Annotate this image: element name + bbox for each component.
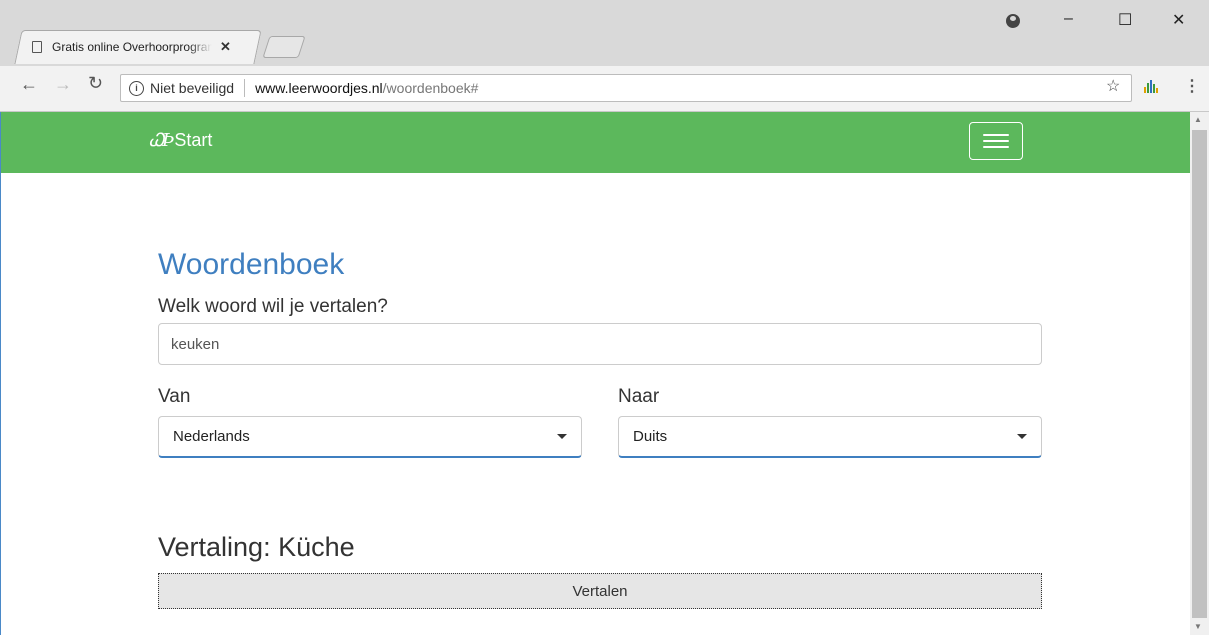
hamburger-bar: [983, 146, 1009, 148]
security-label: Niet beveiligd: [150, 80, 235, 96]
scrollbar-thumb[interactable]: [1192, 130, 1207, 618]
word-input[interactable]: [158, 323, 1042, 365]
word-prompt-label: Welk woord wil je vertalen?: [158, 296, 388, 317]
omnibox-divider: [244, 79, 246, 97]
browser-tab[interactable]: Gratis online Overhoorprogramma ✕: [20, 30, 256, 64]
hamburger-menu-button[interactable]: [969, 122, 1023, 160]
url-host: www.leerwoordjes.nl: [255, 80, 383, 96]
extension-icon[interactable]: [1143, 78, 1159, 94]
browser-menu-icon[interactable]: ⋮: [1184, 76, 1200, 96]
browser-toolbar: ← → ↻ i Niet beveiligd www.leerwoordjes.…: [0, 66, 1209, 112]
from-language-value: Nederlands: [173, 428, 250, 445]
close-window-icon[interactable]: ✕: [1172, 10, 1185, 30]
scroll-up-arrow-icon[interactable]: ▲: [1194, 115, 1202, 124]
url-path: /woordenboek#: [382, 80, 479, 96]
caret-down-icon: [557, 434, 567, 439]
scroll-down-arrow-icon[interactable]: ▼: [1194, 622, 1202, 631]
new-tab-button[interactable]: [262, 36, 306, 58]
forward-arrow-icon[interactable]: →: [54, 74, 72, 95]
browser-titlebar: Gratis online Overhoorprogramma ✕ – ☐ ✕: [0, 0, 1209, 66]
from-language-label: Van: [158, 386, 191, 407]
to-language-label: Naar: [618, 386, 660, 407]
maximize-icon[interactable]: ☐: [1118, 10, 1132, 30]
tab-title: Gratis online Overhoorprogramma: [52, 40, 212, 54]
info-icon[interactable]: i: [129, 80, 144, 96]
page-icon: [32, 41, 42, 53]
vertical-scrollbar[interactable]: ▲ ▼: [1190, 112, 1209, 635]
profile-icon[interactable]: [1006, 14, 1020, 28]
page-title: Woordenboek: [158, 248, 345, 281]
caret-down-icon: [1017, 434, 1027, 439]
brand-logo-icon: ᏇϷ: [149, 130, 174, 151]
brand-link[interactable]: ᏇϷ Start: [149, 130, 212, 151]
back-arrow-icon[interactable]: ←: [20, 74, 38, 95]
translation-result: Vertaling: Küche: [158, 532, 355, 562]
bookmark-star-icon[interactable]: ☆: [1106, 76, 1120, 96]
brand-label: Start: [174, 130, 213, 150]
to-language-value: Duits: [633, 428, 668, 445]
site-navbar: ᏇϷ Start: [1, 112, 1190, 173]
to-language-select[interactable]: Duits: [618, 416, 1042, 458]
address-bar[interactable]: i Niet beveiligd www.leerwoordjes.nl/woo…: [120, 74, 1132, 102]
tab-close-icon[interactable]: ✕: [220, 39, 231, 55]
translate-button[interactable]: Vertalen: [158, 573, 1042, 609]
page-viewport: ᏇϷ Start Woordenboek Welk woord wil je v…: [0, 112, 1190, 635]
from-language-select[interactable]: Nederlands: [158, 416, 582, 458]
reload-icon[interactable]: ↻: [88, 73, 103, 94]
hamburger-bar: [983, 140, 1009, 142]
hamburger-bar: [983, 134, 1009, 136]
minimize-icon[interactable]: –: [1064, 10, 1073, 28]
